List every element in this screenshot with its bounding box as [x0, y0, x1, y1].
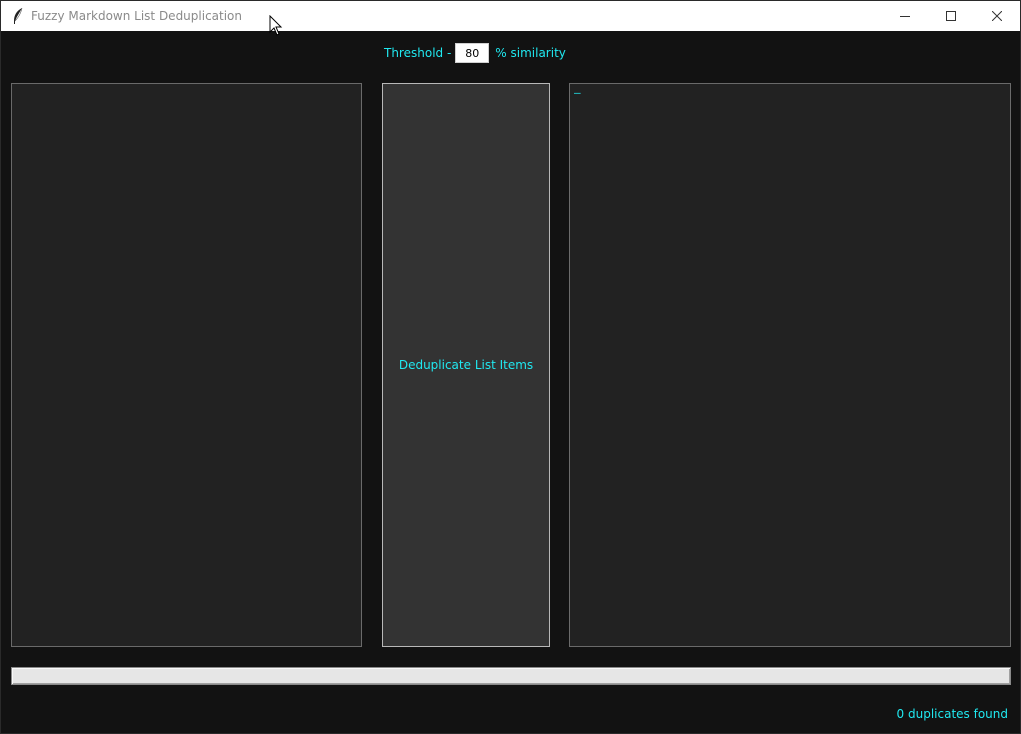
close-button[interactable]	[974, 1, 1020, 31]
mouse-cursor-icon	[269, 15, 283, 36]
maximize-button[interactable]	[928, 1, 974, 31]
threshold-label: Threshold -	[384, 46, 452, 60]
output-text: –	[574, 86, 581, 99]
window-controls	[882, 1, 1020, 31]
close-icon	[992, 11, 1002, 21]
deduplicate-button[interactable]: Deduplicate List Items	[382, 83, 550, 647]
threshold-control: Threshold - % similarity	[384, 43, 566, 63]
output-text-area[interactable]: –	[569, 83, 1011, 647]
status-text: 0 duplicates found	[896, 707, 1008, 721]
similarity-label: % similarity	[495, 46, 566, 60]
app-window: Fuzzy Markdown List Deduplication Thresh…	[0, 0, 1021, 734]
threshold-input[interactable]	[455, 43, 490, 63]
window-title: Fuzzy Markdown List Deduplication	[31, 9, 243, 23]
minimize-button[interactable]	[882, 1, 928, 31]
feather-icon	[11, 8, 25, 24]
minimize-icon	[900, 16, 910, 17]
input-text-area[interactable]	[11, 83, 362, 647]
title-bar[interactable]: Fuzzy Markdown List Deduplication	[1, 1, 1020, 31]
deduplicate-button-label: Deduplicate List Items	[398, 358, 534, 372]
progress-bar	[11, 667, 1011, 685]
maximize-icon	[946, 11, 956, 21]
